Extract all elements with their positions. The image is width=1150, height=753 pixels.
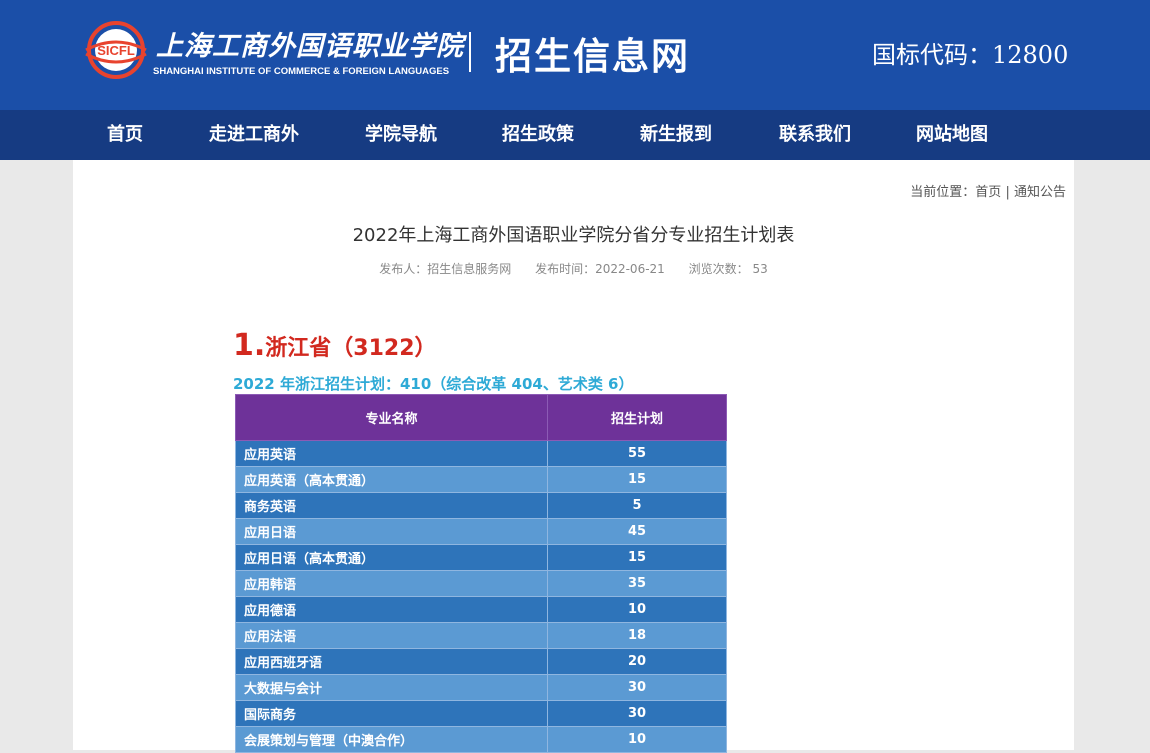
province-name: 浙江省（3122） (265, 336, 437, 361)
table-row: 应用韩语 35 (235, 570, 727, 597)
plan-count: 45 (547, 518, 727, 545)
plan-count: 15 (547, 466, 727, 493)
logo-divider (469, 32, 471, 72)
plan-count: 20 (547, 648, 727, 675)
article-title: 2022年上海工商外国语职业学院分省分专业招生计划表 (352, 225, 795, 246)
main-content: 当前位置：首页 | 通知公告 2022年上海工商外国语职业学院分省分专业招生计划… (73, 160, 1074, 753)
major-name: 应用日语（高本贯通） (235, 544, 548, 571)
column-header-plan: 招生计划 (547, 394, 727, 441)
plan-count: 5 (547, 492, 727, 519)
breadcrumb-prefix: 当前位置： (910, 185, 976, 200)
national-code: 国标代码：12800 (872, 41, 1069, 69)
article-meta: 发布人：招生信息服务网 发布时间：2022-06-21 浏览次数： 53 (73, 260, 1074, 277)
view-count-value: 53 (752, 262, 768, 276)
table-row: 应用德语 10 (235, 596, 727, 623)
plan-count: 15 (547, 544, 727, 571)
breadcrumb-separator: | (1005, 185, 1010, 200)
table-row: 大数据与会计 30 (235, 674, 727, 701)
province-number: 1. (233, 328, 266, 363)
plan-summary: 2022 年浙江招生计划：410（综合改革 404、艺术类 6） (233, 375, 634, 393)
table-row: 应用日语（高本贯通） 15 (235, 544, 727, 571)
major-name: 应用德语 (235, 596, 548, 623)
enrollment-plan-table: 专业名称 招生计划 应用英语 55 应用英语（高本贯通） 15 商务英语 5 应用日语… (235, 394, 727, 753)
major-name: 大数据与会计 (235, 674, 548, 701)
main-nav: 首页 走进工商外 学院导航 招生政策 新生报到 联系我们 网站地图 (0, 110, 1150, 160)
table-row: 应用日语 45 (235, 518, 727, 545)
major-name: 商务英语 (235, 492, 548, 519)
table-row: 商务英语 5 (235, 492, 727, 519)
plan-count: 10 (547, 596, 727, 623)
province-title: 1.浙江省（3122） (233, 328, 437, 363)
publish-date: 发布时间：2022-06-21 (535, 262, 665, 276)
nav-item-admission-policy[interactable]: 招生政策 (502, 110, 574, 160)
major-name: 应用日语 (235, 518, 548, 545)
table-row: 会展策划与管理（中澳合作） 10 (235, 726, 727, 753)
breadcrumb: 当前位置：首页 | 通知公告 (910, 181, 1066, 200)
table-row: 应用法语 18 (235, 622, 727, 649)
publisher: 发布人：招生信息服务网 (379, 262, 512, 276)
plan-count: 10 (547, 726, 727, 753)
major-name: 应用西班牙语 (235, 648, 548, 675)
table-row: 国际商务 30 (235, 700, 727, 727)
major-name: 国际商务 (235, 700, 548, 727)
breadcrumb-home-link[interactable]: 首页 (975, 185, 1001, 200)
major-name: 应用英语（高本贯通） (235, 466, 548, 493)
plan-count: 35 (547, 570, 727, 597)
plan-count: 55 (547, 440, 727, 467)
college-name-cn[interactable]: 上海工商外国语职业学院 (156, 24, 464, 63)
college-emblem-icon[interactable]: SICFL (82, 20, 150, 80)
table-row: 应用英语（高本贯通） 15 (235, 466, 727, 493)
major-name: 应用英语 (235, 440, 548, 467)
plan-count: 30 (547, 674, 727, 701)
plan-count: 30 (547, 700, 727, 727)
view-count-label: 浏览次数： (688, 262, 749, 276)
column-header-major: 专业名称 (235, 394, 548, 441)
nav-item-sitemap[interactable]: 网站地图 (916, 110, 988, 160)
nav-item-new-student[interactable]: 新生报到 (640, 110, 712, 160)
table-row: 应用西班牙语 20 (235, 648, 727, 675)
nav-item-contact[interactable]: 联系我们 (779, 110, 851, 160)
college-name-en: SHANGHAI INSTITUTE OF COMMERCE & FOREIGN… (153, 66, 450, 77)
site-header: SICFL 上海工商外国语职业学院 SHANGHAI INSTITUTE OF … (0, 0, 1150, 110)
table-row: 应用英语 55 (235, 440, 727, 467)
site-title: 招生信息网 (495, 35, 690, 78)
nav-item-college-guide[interactable]: 学院导航 (365, 110, 437, 160)
logo-badge-text: SICFL (97, 43, 135, 58)
nav-item-about[interactable]: 走进工商外 (209, 110, 299, 160)
nav-item-home[interactable]: 首页 (107, 110, 143, 160)
major-name: 会展策划与管理（中澳合作） (235, 726, 548, 753)
major-name: 应用韩语 (235, 570, 548, 597)
breadcrumb-current-link[interactable]: 通知公告 (1014, 185, 1066, 200)
view-count: 浏览次数： 53 (689, 262, 768, 276)
plan-count: 18 (547, 622, 727, 649)
major-name: 应用法语 (235, 622, 548, 649)
